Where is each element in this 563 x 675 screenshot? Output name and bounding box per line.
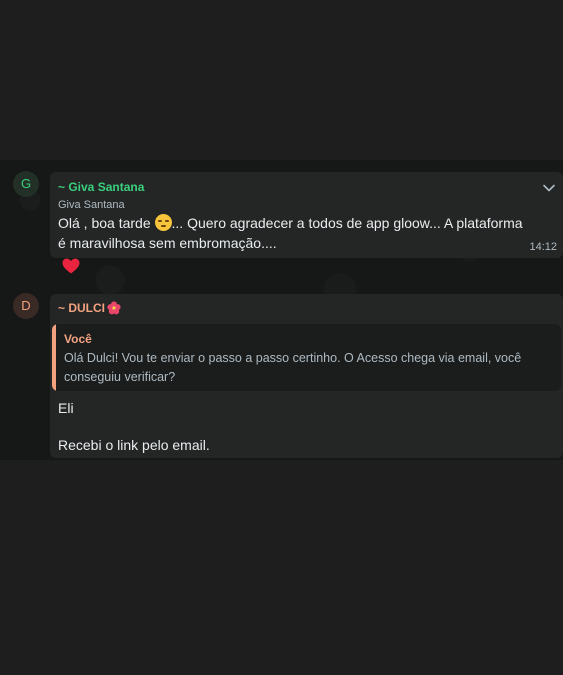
- message-time: 14:12: [529, 241, 557, 253]
- sender-name[interactable]: ~ DULCI: [58, 301, 121, 315]
- message-text-line: Eli: [58, 400, 74, 416]
- message-text-part: Olá , boa tarde: [58, 215, 155, 231]
- chevron-down-icon[interactable]: [541, 180, 557, 196]
- message-bubble[interactable]: ~ Giva Santana Giva Santana Olá , boa ta…: [50, 172, 563, 258]
- avatar-initial: G: [20, 176, 32, 191]
- quoted-author: Você: [64, 332, 92, 346]
- hibiscus-icon: [107, 301, 121, 315]
- message-text: Olá , boa tarde ... Quero agradecer a to…: [58, 213, 528, 253]
- sender-pushname: Giva Santana: [58, 199, 125, 211]
- avatar-initial: D: [21, 298, 31, 313]
- quoted-message[interactable]: Você Olá Dulci! Vou te enviar o passo a …: [52, 324, 561, 391]
- avatar[interactable]: D: [13, 293, 39, 319]
- avatar[interactable]: G: [13, 171, 39, 197]
- quoted-text: Olá Dulci! Vou te enviar o passo a passo…: [64, 351, 522, 384]
- message-text-line: Recebi o link pelo email.: [58, 437, 210, 453]
- sender-name-text: ~ DULCI: [58, 301, 106, 315]
- heart-reaction-icon[interactable]: [61, 257, 81, 275]
- sender-name[interactable]: ~ Giva Santana: [58, 180, 144, 194]
- quote-accent-bar: [52, 324, 56, 391]
- chat-screen: G ~ Giva Santana Giva Santana Olá , boa …: [0, 0, 563, 675]
- message-bubble[interactable]: ~ DULCI Você Olá Dulci! Vou te enviar o …: [50, 294, 563, 458]
- relieved-face-icon: [154, 214, 172, 231]
